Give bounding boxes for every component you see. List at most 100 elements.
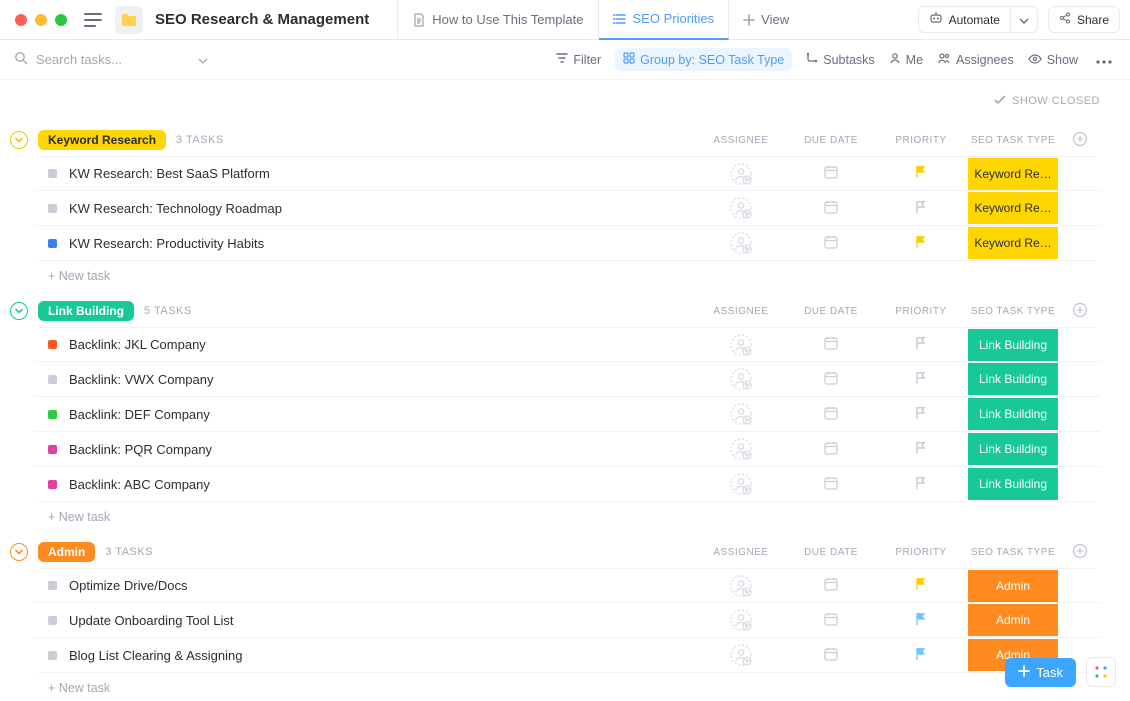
minimize-window-dot[interactable] xyxy=(35,14,47,26)
status-square[interactable] xyxy=(48,581,57,590)
due-date-cell[interactable] xyxy=(786,164,876,183)
priority-cell[interactable] xyxy=(876,441,966,458)
assignee-placeholder-icon[interactable] xyxy=(730,609,752,631)
task-row[interactable]: Backlink: JKL CompanyLink Building xyxy=(34,327,1100,362)
task-row[interactable]: Backlink: ABC CompanyLink Building xyxy=(34,467,1100,502)
due-date-cell[interactable] xyxy=(786,199,876,218)
status-square[interactable] xyxy=(48,239,57,248)
type-cell[interactable]: Keyword Re… xyxy=(966,158,1060,190)
due-date-cell[interactable] xyxy=(786,646,876,665)
due-date-cell[interactable] xyxy=(786,440,876,459)
due-date-cell[interactable] xyxy=(786,405,876,424)
apps-fab[interactable] xyxy=(1086,657,1116,687)
assignee-cell[interactable] xyxy=(696,232,786,254)
group-chip[interactable]: Admin xyxy=(38,542,95,562)
collapse-toggle[interactable] xyxy=(10,302,28,320)
assignee-placeholder-icon[interactable] xyxy=(730,368,752,390)
type-cell[interactable]: Link Building xyxy=(966,433,1060,465)
show-button[interactable]: Show xyxy=(1028,53,1078,67)
folder-icon[interactable] xyxy=(115,6,143,34)
group-by-button[interactable]: Group by: SEO Task Type xyxy=(615,48,792,71)
add-column-button[interactable] xyxy=(1060,131,1100,150)
due-date-cell[interactable] xyxy=(786,335,876,354)
status-square[interactable] xyxy=(48,169,57,178)
assignee-cell[interactable] xyxy=(696,403,786,425)
new-task-button[interactable]: + New task xyxy=(48,269,110,283)
new-task-fab[interactable]: Task xyxy=(1005,658,1076,687)
task-row[interactable]: Blog List Clearing & AssigningAdmin xyxy=(34,638,1100,673)
task-row[interactable]: Backlink: PQR CompanyLink Building xyxy=(34,432,1100,467)
priority-cell[interactable] xyxy=(876,165,966,182)
status-square[interactable] xyxy=(48,375,57,384)
status-square[interactable] xyxy=(48,204,57,213)
new-task-button[interactable]: + New task xyxy=(48,510,110,524)
show-closed-toggle[interactable]: SHOW CLOSED xyxy=(994,95,1100,108)
assignee-placeholder-icon[interactable] xyxy=(730,403,752,425)
task-row[interactable]: Optimize Drive/DocsAdmin xyxy=(34,568,1100,603)
group-chip[interactable]: Link Building xyxy=(38,301,134,321)
group-chip[interactable]: Keyword Research xyxy=(38,130,166,150)
assignee-placeholder-icon[interactable] xyxy=(730,163,752,185)
status-square[interactable] xyxy=(48,410,57,419)
menu-icon[interactable] xyxy=(79,6,107,34)
type-cell[interactable]: Link Building xyxy=(966,468,1060,500)
add-column-button[interactable] xyxy=(1060,543,1100,562)
filter-button[interactable]: Filter xyxy=(556,52,601,67)
collapse-toggle[interactable] xyxy=(10,543,28,561)
assignee-cell[interactable] xyxy=(696,438,786,460)
priority-cell[interactable] xyxy=(876,476,966,493)
status-square[interactable] xyxy=(48,445,57,454)
share-button[interactable]: Share xyxy=(1048,6,1120,33)
assignee-cell[interactable] xyxy=(696,334,786,356)
me-button[interactable]: Me xyxy=(889,52,923,67)
assignee-placeholder-icon[interactable] xyxy=(730,575,752,597)
tab-seo-priorities[interactable]: SEO Priorities xyxy=(599,0,730,40)
assignee-placeholder-icon[interactable] xyxy=(730,197,752,219)
task-row[interactable]: Backlink: VWX CompanyLink Building xyxy=(34,362,1100,397)
due-date-cell[interactable] xyxy=(786,475,876,494)
type-cell[interactable]: Link Building xyxy=(966,363,1060,395)
type-cell[interactable]: Link Building xyxy=(966,398,1060,430)
add-column-button[interactable] xyxy=(1060,302,1100,321)
status-square[interactable] xyxy=(48,340,57,349)
assignee-cell[interactable] xyxy=(696,197,786,219)
task-row[interactable]: KW Research: Productivity HabitsKeyword … xyxy=(34,226,1100,261)
automate-caret[interactable] xyxy=(1011,6,1038,33)
assignee-cell[interactable] xyxy=(696,368,786,390)
assignee-cell[interactable] xyxy=(696,575,786,597)
due-date-cell[interactable] xyxy=(786,611,876,630)
maximize-window-dot[interactable] xyxy=(55,14,67,26)
priority-cell[interactable] xyxy=(876,235,966,252)
subtasks-button[interactable]: Subtasks xyxy=(806,52,874,67)
tab-how-to-use[interactable]: How to Use This Template xyxy=(397,0,598,40)
due-date-cell[interactable] xyxy=(786,234,876,253)
collapse-toggle[interactable] xyxy=(10,131,28,149)
assignee-placeholder-icon[interactable] xyxy=(730,232,752,254)
more-icon[interactable] xyxy=(1092,48,1116,71)
task-row[interactable]: KW Research: Best SaaS PlatformKeyword R… xyxy=(34,156,1100,191)
priority-cell[interactable] xyxy=(876,577,966,594)
assignees-button[interactable]: Assignees xyxy=(937,52,1014,67)
search-input[interactable] xyxy=(36,52,176,67)
assignee-placeholder-icon[interactable] xyxy=(730,334,752,356)
automate-button[interactable]: Automate xyxy=(918,6,1011,33)
type-cell[interactable]: Keyword Re… xyxy=(966,227,1060,259)
assignee-cell[interactable] xyxy=(696,609,786,631)
task-row[interactable]: KW Research: Technology RoadmapKeyword R… xyxy=(34,191,1100,226)
type-cell[interactable]: Admin xyxy=(966,604,1060,636)
assignee-cell[interactable] xyxy=(696,163,786,185)
chevron-down-icon[interactable] xyxy=(198,52,208,67)
tab-add-view[interactable]: View xyxy=(729,0,803,40)
status-square[interactable] xyxy=(48,480,57,489)
due-date-cell[interactable] xyxy=(786,370,876,389)
assignee-placeholder-icon[interactable] xyxy=(730,438,752,460)
task-row[interactable]: Update Onboarding Tool ListAdmin xyxy=(34,603,1100,638)
type-cell[interactable]: Link Building xyxy=(966,329,1060,361)
task-row[interactable]: Backlink: DEF CompanyLink Building xyxy=(34,397,1100,432)
assignee-placeholder-icon[interactable] xyxy=(730,644,752,666)
assignee-cell[interactable] xyxy=(696,473,786,495)
priority-cell[interactable] xyxy=(876,612,966,629)
due-date-cell[interactable] xyxy=(786,576,876,595)
assignee-cell[interactable] xyxy=(696,644,786,666)
type-cell[interactable]: Admin xyxy=(966,570,1060,602)
